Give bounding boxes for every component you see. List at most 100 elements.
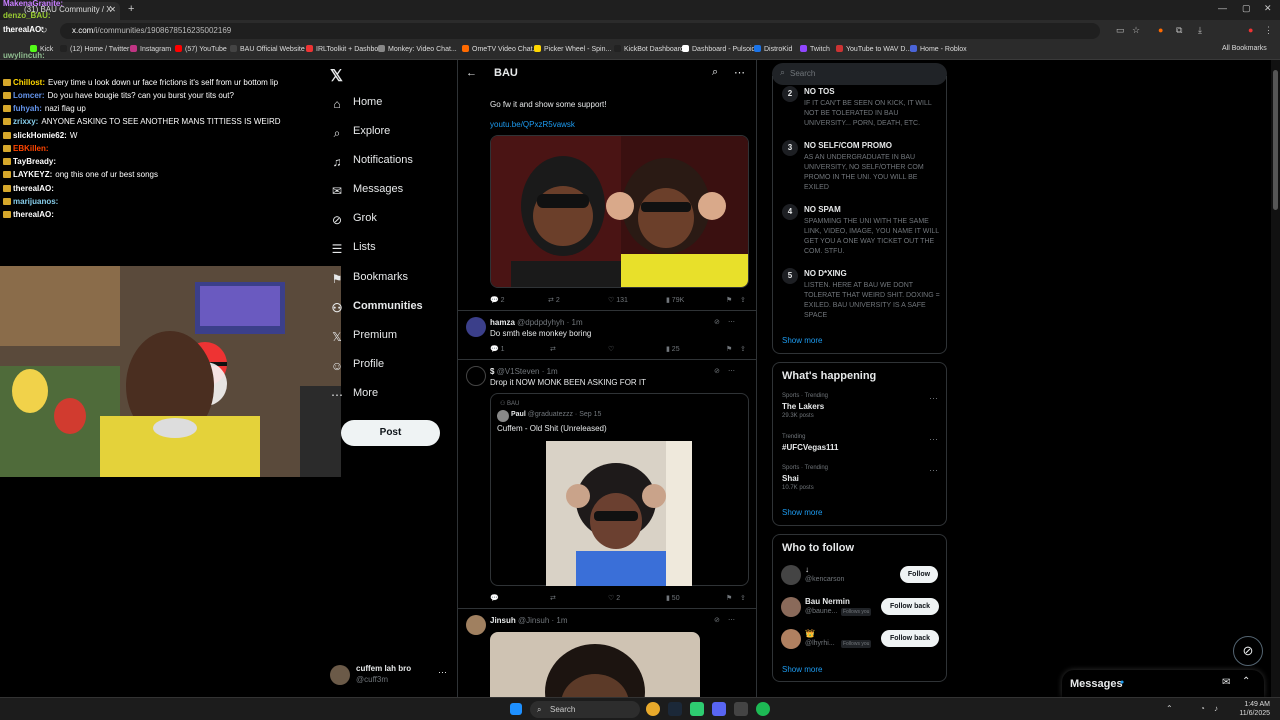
network-icon[interactable]: ◔ bbox=[1200, 704, 1205, 713]
views-button[interactable]: ▮ 25 bbox=[666, 345, 680, 353]
obs-icon[interactable] bbox=[734, 702, 748, 716]
bookmark-item[interactable]: Dashboard - Pulsoid bbox=[682, 45, 755, 53]
views-button[interactable]: ▮ 50 bbox=[666, 594, 680, 602]
repost-button[interactable]: ⇄ bbox=[550, 594, 556, 602]
tray-chevron-icon[interactable]: ⌃ bbox=[1166, 704, 1173, 713]
grok-post-icon[interactable]: ⊘ bbox=[714, 318, 720, 326]
avatar[interactable] bbox=[781, 629, 801, 649]
like-button[interactable]: ♡ 131 bbox=[608, 296, 628, 304]
bookmark-item[interactable]: Twitch bbox=[800, 45, 830, 53]
account-more-icon[interactable]: ⋯ bbox=[438, 667, 447, 678]
url-bar[interactable]: x.com/i/communities/1908678516235002169 bbox=[60, 23, 1100, 39]
back-arrow-icon[interactable]: ← bbox=[466, 67, 477, 79]
reply-button[interactable]: 💬 2 bbox=[490, 296, 505, 304]
app-icon[interactable] bbox=[690, 702, 704, 716]
messages-drawer[interactable]: Messages ● ✉ ⌃ bbox=[1062, 670, 1264, 697]
trends-show-more[interactable]: Show more bbox=[782, 508, 822, 517]
follow-button[interactable]: Follow bbox=[900, 566, 938, 583]
quoted-image[interactable] bbox=[546, 441, 692, 586]
cast-icon[interactable]: ▭ bbox=[1116, 25, 1125, 36]
nav-profile[interactable]: ☺ Profile bbox=[330, 358, 384, 380]
feed-search-icon[interactable]: ⌕ bbox=[712, 66, 718, 79]
avatar[interactable] bbox=[781, 565, 801, 585]
taskbar-search[interactable]: ⌕ Search bbox=[530, 701, 640, 718]
windows-start-icon[interactable] bbox=[510, 703, 522, 715]
feed-more-icon[interactable]: ⋯ bbox=[734, 66, 745, 79]
nav-notifications[interactable]: ♫ Notifications bbox=[330, 154, 413, 176]
repost-button[interactable]: ⇄ bbox=[550, 345, 556, 353]
bookmark-item[interactable]: Monkey: Video Chat... bbox=[378, 45, 457, 53]
follow-back-button[interactable]: Follow back bbox=[881, 598, 939, 615]
bookmark-item[interactable]: KickBot Dashboard bbox=[614, 45, 684, 53]
nav-more[interactable]: ⋯ More bbox=[330, 387, 378, 409]
avatar[interactable] bbox=[466, 615, 486, 635]
bookmark-item[interactable]: OmeTV Video Chat... bbox=[462, 45, 538, 53]
x-logo-icon[interactable]: 𝕏 bbox=[330, 66, 343, 86]
bookmark-post-icon[interactable]: ⚑ bbox=[726, 345, 732, 353]
scrollbar-thumb[interactable] bbox=[1273, 70, 1278, 210]
trend-more-icon[interactable]: ⋯ bbox=[929, 393, 938, 404]
bookmark-item[interactable]: Home - Roblox bbox=[910, 45, 967, 53]
follow-name[interactable]: ↓ bbox=[805, 565, 809, 574]
nav-home[interactable]: ⌂ Home bbox=[330, 96, 382, 118]
menu-icon[interactable]: ⋮ bbox=[1264, 25, 1273, 36]
bookmark-item[interactable]: (57) YouTube bbox=[175, 45, 227, 53]
puzzle-icon[interactable]: ⧉ bbox=[1176, 25, 1182, 36]
share-icon[interactable]: ⇪ bbox=[740, 345, 746, 353]
grok-floating-icon[interactable]: ⊘ bbox=[1233, 636, 1263, 666]
nav-bookmarks[interactable]: ⚑ Bookmarks bbox=[330, 271, 408, 293]
nav-communities[interactable]: ⚇ Communities bbox=[330, 300, 423, 322]
like-button[interactable]: ♡ bbox=[608, 345, 614, 353]
like-button[interactable]: ♡ 2 bbox=[608, 594, 620, 602]
spotify-icon[interactable] bbox=[756, 702, 770, 716]
steam-icon[interactable] bbox=[668, 702, 682, 716]
bookmark-item[interactable]: (12) Home / Twitter bbox=[60, 45, 129, 53]
nav-messages[interactable]: ✉ Messages bbox=[330, 183, 403, 205]
author-name[interactable]: hamza bbox=[490, 318, 515, 327]
star-icon[interactable]: ☆ bbox=[1132, 25, 1140, 36]
follow-show-more[interactable]: Show more bbox=[782, 665, 822, 674]
trend-more-icon[interactable]: ⋯ bbox=[929, 465, 938, 476]
bookmark-post-icon[interactable]: ⚑ bbox=[726, 594, 732, 602]
bookmark-item[interactable]: DistroKid bbox=[754, 45, 792, 53]
follow-name[interactable]: Bau Nermin bbox=[805, 597, 850, 606]
post-image[interactable] bbox=[490, 135, 749, 288]
post-more-icon[interactable]: ⋯ bbox=[728, 616, 735, 624]
post-button[interactable]: Post bbox=[341, 420, 440, 446]
post-link[interactable]: youtu.be/QPxzR5vawsk bbox=[490, 120, 575, 129]
views-button[interactable]: ▮ 79K bbox=[666, 296, 684, 304]
profile-icon[interactable]: ● bbox=[1248, 25, 1253, 35]
rules-show-more[interactable]: Show more bbox=[782, 336, 822, 345]
bookmark-item[interactable]: IRLToolkit + Dashbo... bbox=[306, 45, 384, 53]
bookmark-item[interactable]: Instagram bbox=[130, 45, 171, 53]
post-more-icon[interactable]: ⋯ bbox=[728, 367, 735, 375]
avatar[interactable] bbox=[466, 366, 486, 386]
post-more-icon[interactable]: ⋯ bbox=[728, 318, 735, 326]
close-window-icon[interactable]: ✕ bbox=[1264, 3, 1272, 14]
author-name[interactable]: Jinsuh bbox=[490, 616, 516, 625]
follow-back-button[interactable]: Follow back bbox=[881, 630, 939, 647]
all-bookmarks[interactable]: All Bookmarks bbox=[1222, 45, 1267, 52]
trend-more-icon[interactable]: ⋯ bbox=[929, 434, 938, 445]
clock[interactable]: 1:49 AM 11/6/2025 bbox=[1236, 700, 1270, 718]
bookmark-post-icon[interactable]: ⚑ bbox=[726, 296, 732, 304]
chrome-icon[interactable] bbox=[646, 702, 660, 716]
extension-icon[interactable]: ● bbox=[1158, 25, 1163, 35]
download-icon[interactable]: ⤓ bbox=[1198, 25, 1202, 36]
bookmark-item[interactable]: Picker Wheel - Spin... bbox=[534, 45, 611, 53]
follow-name[interactable]: 👑 bbox=[805, 629, 815, 638]
avatar[interactable] bbox=[466, 317, 486, 337]
volume-icon[interactable]: ♪ bbox=[1214, 704, 1218, 713]
quoted-post[interactable]: ⚇ BAU Paul @graduatezzz · Sep 15 Cuffem … bbox=[490, 393, 749, 586]
nav-premium[interactable]: 𝕏 Premium bbox=[330, 329, 397, 351]
minimize-icon[interactable]: — bbox=[1218, 3, 1227, 13]
bookmark-item[interactable]: BAU Official Website bbox=[230, 45, 305, 53]
grok-post-icon[interactable]: ⊘ bbox=[714, 367, 720, 375]
close-tab-icon[interactable]: ✕ bbox=[109, 2, 116, 18]
nav-lists[interactable]: ☰ Lists bbox=[330, 241, 376, 263]
repost-button[interactable]: ⇄ 2 bbox=[548, 296, 560, 304]
expand-icon[interactable]: ⌃ bbox=[1242, 676, 1250, 687]
nav-grok[interactable]: ⊘ Grok bbox=[330, 212, 377, 234]
bookmark-item[interactable]: YouTube to WAV D... bbox=[836, 45, 911, 53]
reply-button[interactable]: 💬 1 bbox=[490, 345, 505, 353]
